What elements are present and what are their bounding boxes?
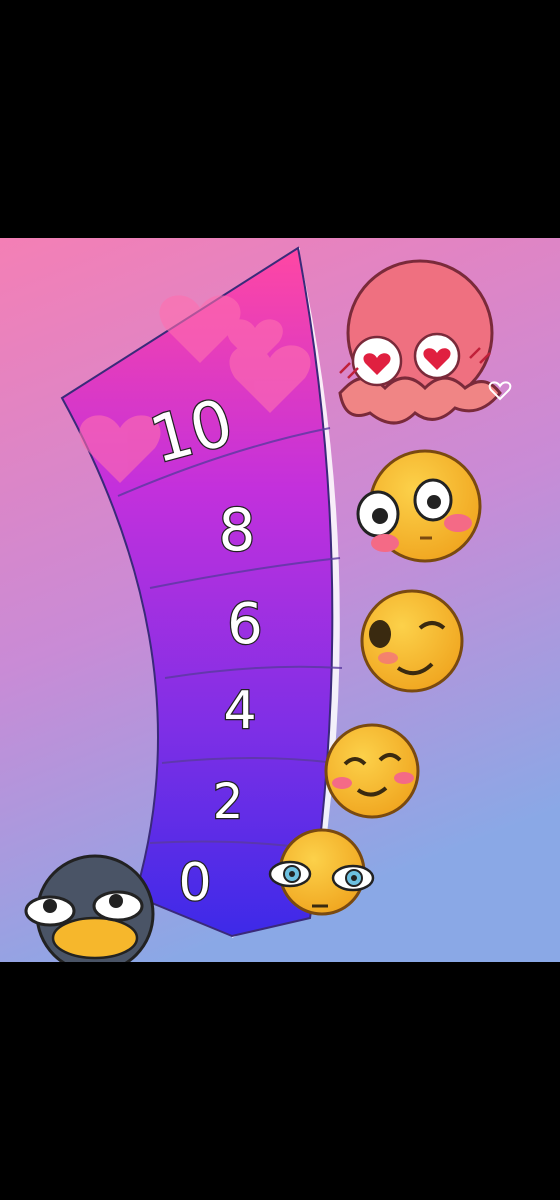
top-black-bar (0, 0, 560, 238)
artwork-svg: 10 8 6 4 2 0 (0, 238, 560, 962)
bottom-black-bar (0, 962, 560, 1200)
scale-label-2: 2 (213, 774, 244, 830)
scale-label-4: 4 (223, 681, 256, 741)
meme-artwork: 10 8 6 4 2 0 (0, 238, 560, 962)
winking-face-icon (360, 589, 464, 693)
scale-label-6: 6 (227, 592, 263, 657)
scale-label-8: 8 (219, 496, 256, 564)
scale-label-0: 0 (178, 853, 211, 913)
smiling-blushing-face-icon (324, 723, 420, 819)
